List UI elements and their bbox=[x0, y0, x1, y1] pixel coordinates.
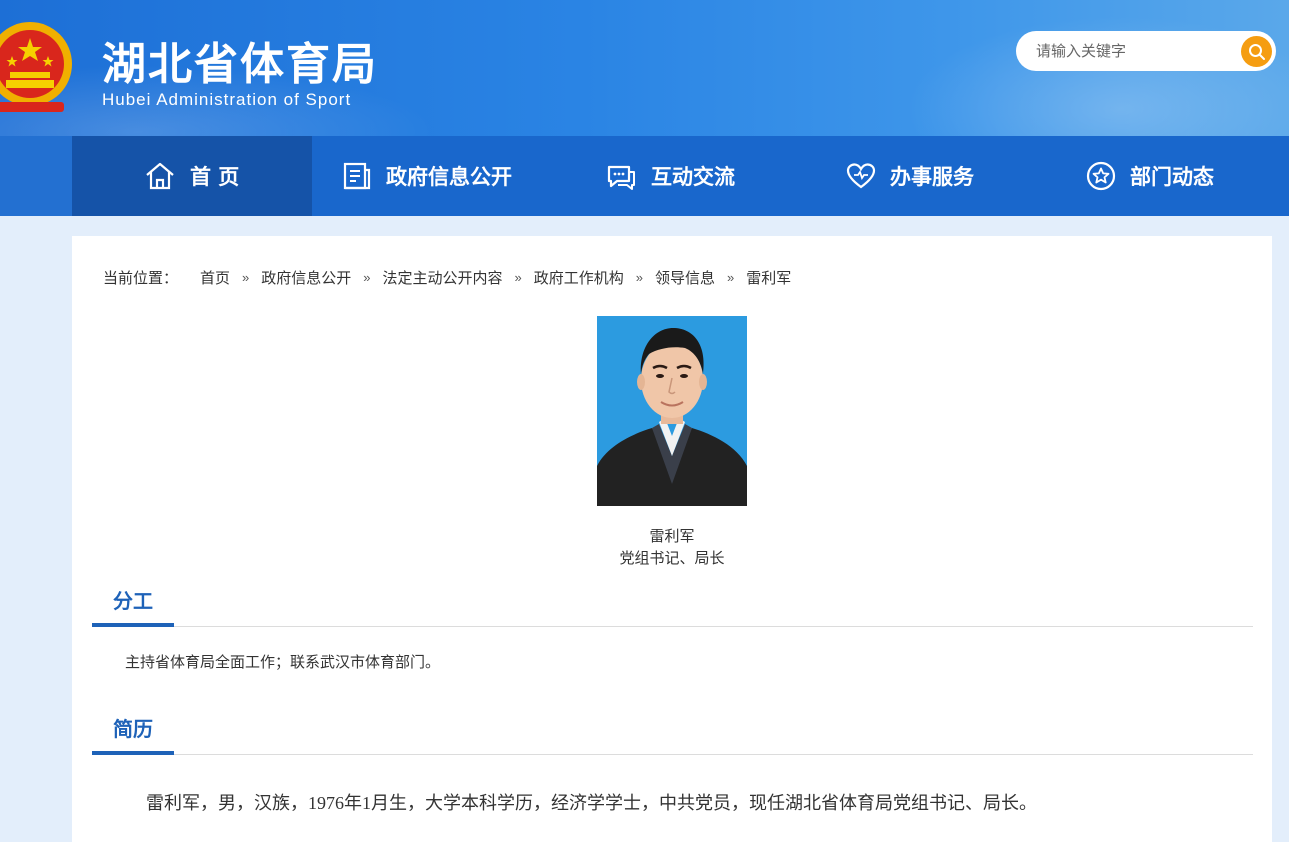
duty-section-header: 分工 bbox=[92, 583, 1253, 627]
breadcrumb-separator: » bbox=[514, 270, 522, 285]
nav-label-services: 办事服务 bbox=[890, 165, 974, 189]
search-icon bbox=[1248, 43, 1265, 60]
breadcrumb-item-agencies[interactable]: 政府工作机构 bbox=[534, 267, 624, 288]
nav-item-news[interactable]: 部门动态 bbox=[1086, 136, 1214, 216]
breadcrumb-label: 当前位置： bbox=[103, 270, 179, 287]
header-banner: 湖北省体育局 Hubei Administration of Sport bbox=[0, 0, 1289, 136]
breadcrumb-separator: » bbox=[727, 270, 735, 285]
breadcrumb-item-statutory[interactable]: 法定主动公开内容 bbox=[383, 267, 503, 288]
nav-label-home: 首 页 bbox=[190, 165, 240, 189]
breadcrumb-item-home[interactable]: 首页 bbox=[200, 267, 230, 288]
national-emblem-icon bbox=[0, 22, 72, 112]
nav-label-interaction: 互动交流 bbox=[651, 165, 735, 189]
breadcrumb-current: 雷利军 bbox=[746, 270, 792, 287]
document-icon bbox=[343, 162, 371, 190]
home-icon bbox=[146, 162, 174, 190]
breadcrumb-item-gov-info[interactable]: 政府信息公开 bbox=[261, 267, 351, 288]
search-input[interactable] bbox=[1036, 40, 1226, 62]
duty-heading: 分工 bbox=[92, 583, 174, 627]
heart-icon bbox=[846, 163, 876, 189]
nav-item-gov-info[interactable]: 政府信息公开 bbox=[342, 136, 512, 216]
site-title[interactable]: 湖北省体育局 bbox=[102, 28, 378, 92]
content-card: 当前位置： 首页 » 政府信息公开 » 法定主动公开内容 » 政府工作机构 » … bbox=[72, 236, 1272, 842]
breadcrumb-separator: » bbox=[242, 270, 250, 285]
search-button[interactable] bbox=[1241, 36, 1272, 67]
nav-item-interaction[interactable]: 互动交流 bbox=[605, 136, 735, 216]
site-subtitle: Hubei Administration of Sport bbox=[102, 90, 352, 109]
search-box bbox=[1016, 31, 1276, 71]
nav-item-home[interactable]: 首 页 bbox=[72, 136, 312, 216]
chat-icon bbox=[607, 165, 635, 190]
bio-heading: 简历 bbox=[92, 711, 174, 755]
star-icon bbox=[1086, 161, 1116, 191]
duty-text: 主持省体育局全面工作；联系武汉市体育部门。 bbox=[125, 654, 441, 671]
portrait-image bbox=[597, 316, 747, 506]
bio-section-header: 简历 bbox=[92, 711, 1253, 755]
nav-label-news: 部门动态 bbox=[1130, 165, 1214, 189]
breadcrumb-separator: » bbox=[635, 270, 644, 285]
nav-item-services[interactable]: 办事服务 bbox=[846, 136, 974, 216]
leader-position: 党组书记、局长 bbox=[619, 550, 725, 567]
breadcrumb-separator: » bbox=[363, 270, 371, 285]
breadcrumb: 当前位置： 首页 » 政府信息公开 » 法定主动公开内容 » 政府工作机构 » … bbox=[103, 267, 791, 288]
breadcrumb-item-leaders[interactable]: 领导信息 bbox=[655, 267, 715, 288]
bio-text: 雷利军，男，汉族，1976年1月生，大学本科学历，经济学学士，中共党员，现任湖北… bbox=[146, 793, 1037, 813]
main-nav: 首 页 政府信息公开 互动交流 办事服务 部门动态 bbox=[0, 136, 1289, 216]
leader-photo bbox=[597, 316, 747, 506]
nav-label-gov-info: 政府信息公开 bbox=[386, 165, 512, 189]
leader-name: 雷利军 bbox=[649, 528, 695, 545]
